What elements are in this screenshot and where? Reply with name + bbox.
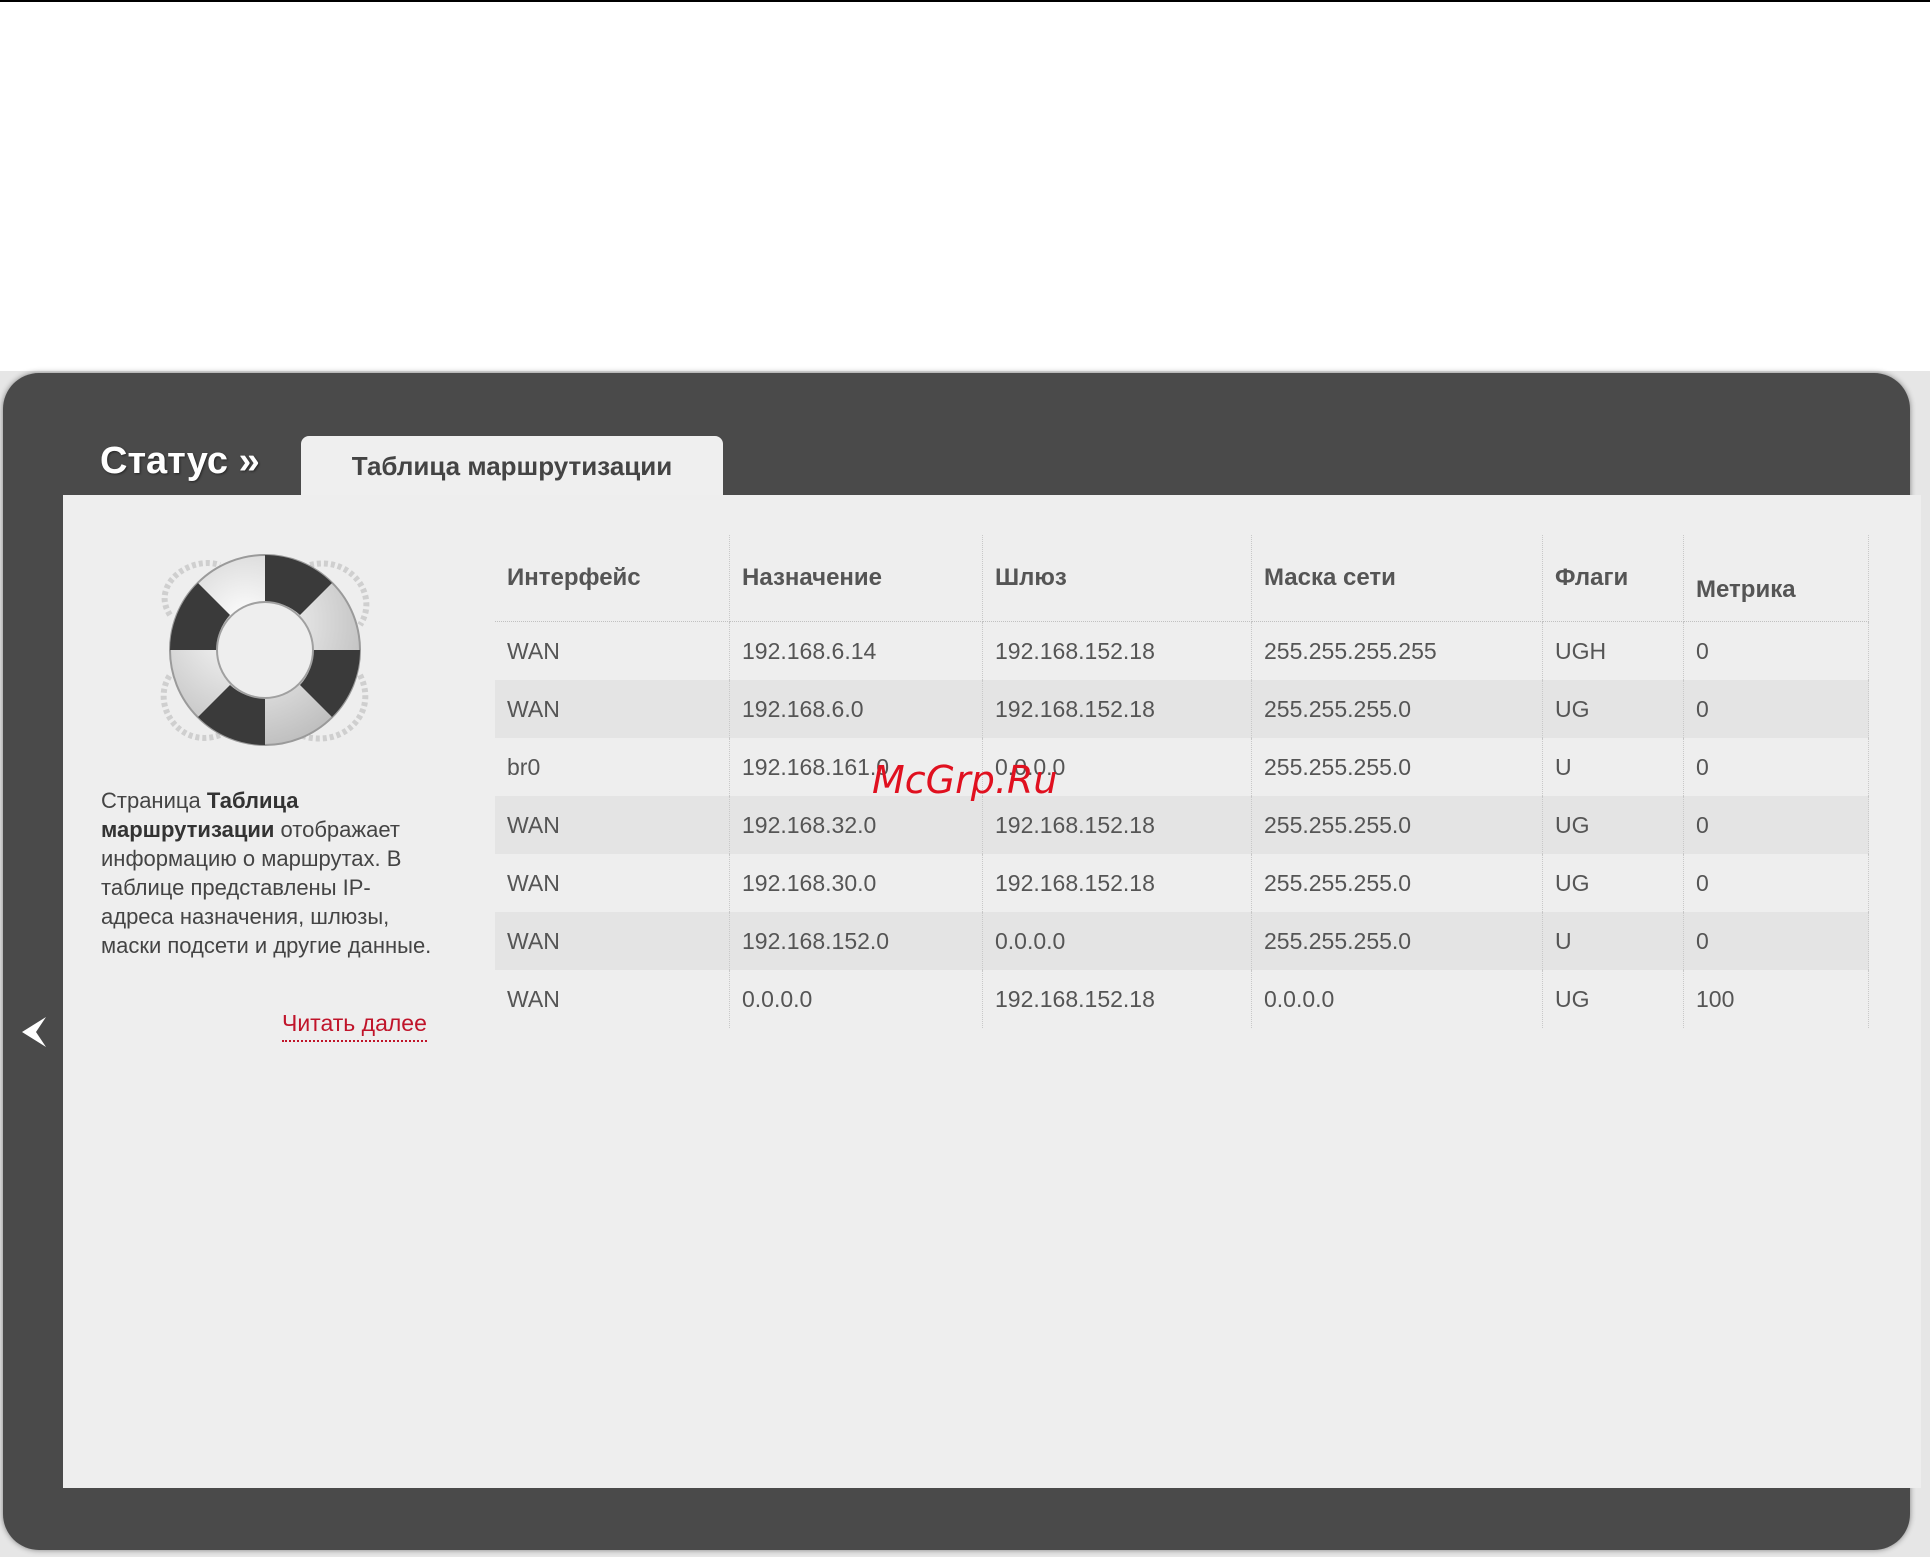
cell-destination: 192.168.30.0 — [729, 854, 983, 912]
cell-netmask: 255.255.255.255 — [1251, 621, 1543, 680]
page-description: Страница Таблица маршрутизации отображае… — [101, 786, 441, 960]
cell-gateway: 192.168.152.18 — [982, 680, 1252, 738]
cell-metric: 0 — [1683, 796, 1869, 854]
col-header-flags: Флаги — [1542, 535, 1684, 622]
cell-gateway: 0.0.0.0 — [982, 912, 1252, 970]
col-header-metric: Метрика — [1683, 535, 1869, 622]
cell-interface: WAN — [495, 796, 730, 854]
table-row: br0 192.168.161.0 0.0.0.0 255.255.255.0 … — [495, 738, 1869, 796]
cell-flags: U — [1542, 912, 1684, 970]
cell-interface: WAN — [495, 854, 730, 912]
table-header-row: Интерфейс Назначение Шлюз Маска сети Фла… — [495, 535, 1869, 622]
cell-flags: UG — [1542, 970, 1684, 1028]
cell-flags: UG — [1542, 796, 1684, 854]
cell-netmask: 255.255.255.0 — [1251, 912, 1543, 970]
cell-flags: UG — [1542, 680, 1684, 738]
cell-destination: 192.168.6.14 — [729, 621, 983, 680]
cell-interface: WAN — [495, 680, 730, 738]
cell-gateway: 192.168.152.18 — [982, 796, 1252, 854]
cell-metric: 100 — [1683, 970, 1869, 1028]
cell-interface: WAN — [495, 912, 730, 970]
col-header-gateway: Шлюз — [982, 535, 1252, 622]
description-text-start: Страница — [101, 788, 207, 813]
cell-netmask: 255.255.255.0 — [1251, 738, 1543, 796]
cell-metric: 0 — [1683, 621, 1869, 680]
cell-netmask: 255.255.255.0 — [1251, 854, 1543, 912]
cell-gateway: 192.168.152.18 — [982, 970, 1252, 1028]
cell-destination: 0.0.0.0 — [729, 970, 983, 1028]
table-row: WAN 192.168.6.0 192.168.152.18 255.255.2… — [495, 680, 1869, 738]
cell-netmask: 255.255.255.0 — [1251, 680, 1543, 738]
breadcrumb-status[interactable]: Статус » — [100, 440, 260, 483]
cell-gateway: 192.168.152.18 — [982, 854, 1252, 912]
cell-destination: 192.168.32.0 — [729, 796, 983, 854]
cell-destination: 192.168.152.0 — [729, 912, 983, 970]
cell-interface: WAN — [495, 970, 730, 1028]
tab-label: Таблица маршрутизации — [351, 450, 673, 481]
watermark: McGrp.Ru — [872, 758, 1058, 802]
cell-interface: WAN — [495, 621, 730, 680]
cell-gateway: 192.168.152.18 — [982, 621, 1252, 680]
table-row: WAN 192.168.32.0 192.168.152.18 255.255.… — [495, 796, 1869, 854]
tab-routing-table[interactable]: Таблица маршрутизации — [301, 436, 723, 496]
cell-metric: 0 — [1683, 912, 1869, 970]
cell-metric: 0 — [1683, 854, 1869, 912]
cell-interface: br0 — [495, 738, 730, 796]
col-header-destination: Назначение — [729, 535, 983, 622]
table-row: WAN 192.168.30.0 192.168.152.18 255.255.… — [495, 854, 1869, 912]
routing-table: Интерфейс Назначение Шлюз Маска сети Фла… — [495, 535, 1869, 1028]
col-header-interface: Интерфейс — [495, 535, 730, 622]
table-row: WAN 192.168.152.0 0.0.0.0 255.255.255.0 … — [495, 912, 1869, 970]
chevron-left-icon[interactable] — [18, 1015, 48, 1049]
top-rule — [0, 0, 1930, 2]
cell-flags: U — [1542, 738, 1684, 796]
cell-netmask: 255.255.255.0 — [1251, 796, 1543, 854]
table-row: WAN 0.0.0.0 192.168.152.18 0.0.0.0 UG 10… — [495, 970, 1869, 1028]
cell-netmask: 0.0.0.0 — [1251, 970, 1543, 1028]
cell-flags: UGH — [1542, 621, 1684, 680]
cell-metric: 0 — [1683, 738, 1869, 796]
read-more-link[interactable]: Читать далее — [282, 1010, 427, 1042]
cell-flags: UG — [1542, 854, 1684, 912]
col-header-netmask: Маска сети — [1251, 535, 1543, 622]
lifebuoy-icon — [160, 554, 370, 746]
table-row: WAN 192.168.6.14 192.168.152.18 255.255.… — [495, 621, 1869, 680]
cell-destination: 192.168.6.0 — [729, 680, 983, 738]
cell-metric: 0 — [1683, 680, 1869, 738]
